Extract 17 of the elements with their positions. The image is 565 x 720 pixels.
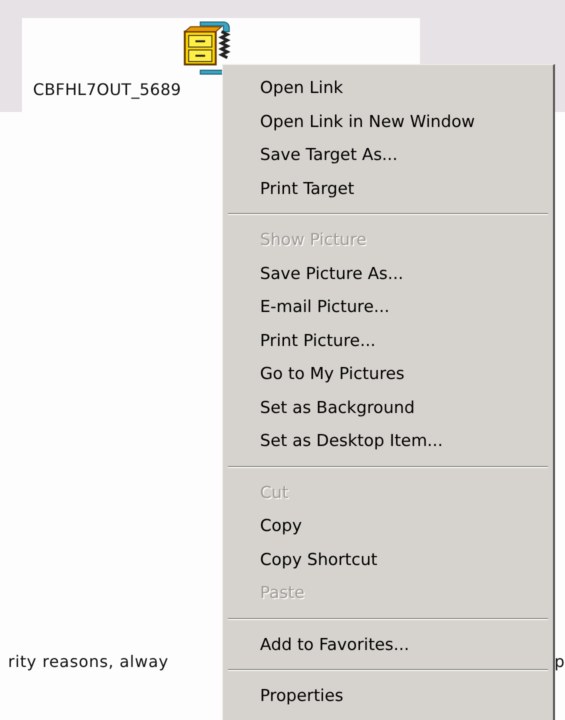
menu-item[interactable]: Print Target bbox=[226, 172, 550, 205]
menu-item[interactable]: E-mail Picture... bbox=[226, 290, 550, 324]
menu-item[interactable]: Copy bbox=[226, 509, 550, 542]
file-name[interactable]: CBFHL7OUT_5689 bbox=[33, 80, 182, 99]
body-text: p bbox=[554, 652, 565, 671]
menu-item[interactable]: Save Picture As... bbox=[226, 256, 550, 290]
menu-item[interactable]: Set as Desktop Item... bbox=[226, 424, 550, 458]
body-text: rity reasons, alway bbox=[8, 652, 169, 671]
menu-item[interactable]: Go to My Pictures bbox=[226, 357, 550, 390]
menu-item[interactable]: Add to Favorites... bbox=[226, 628, 550, 661]
menu-item[interactable]: Save Target As... bbox=[226, 138, 550, 172]
menu-item[interactable]: Print Picture... bbox=[226, 324, 550, 357]
menu-item[interactable]: Properties bbox=[226, 679, 550, 712]
menu-item[interactable]: Copy Shortcut bbox=[226, 542, 550, 576]
menu-item[interactable]: Open Link bbox=[226, 71, 550, 104]
menu-item[interactable]: Set as Background bbox=[226, 390, 550, 424]
menu-item[interactable]: Open Link in New Window bbox=[226, 104, 550, 138]
